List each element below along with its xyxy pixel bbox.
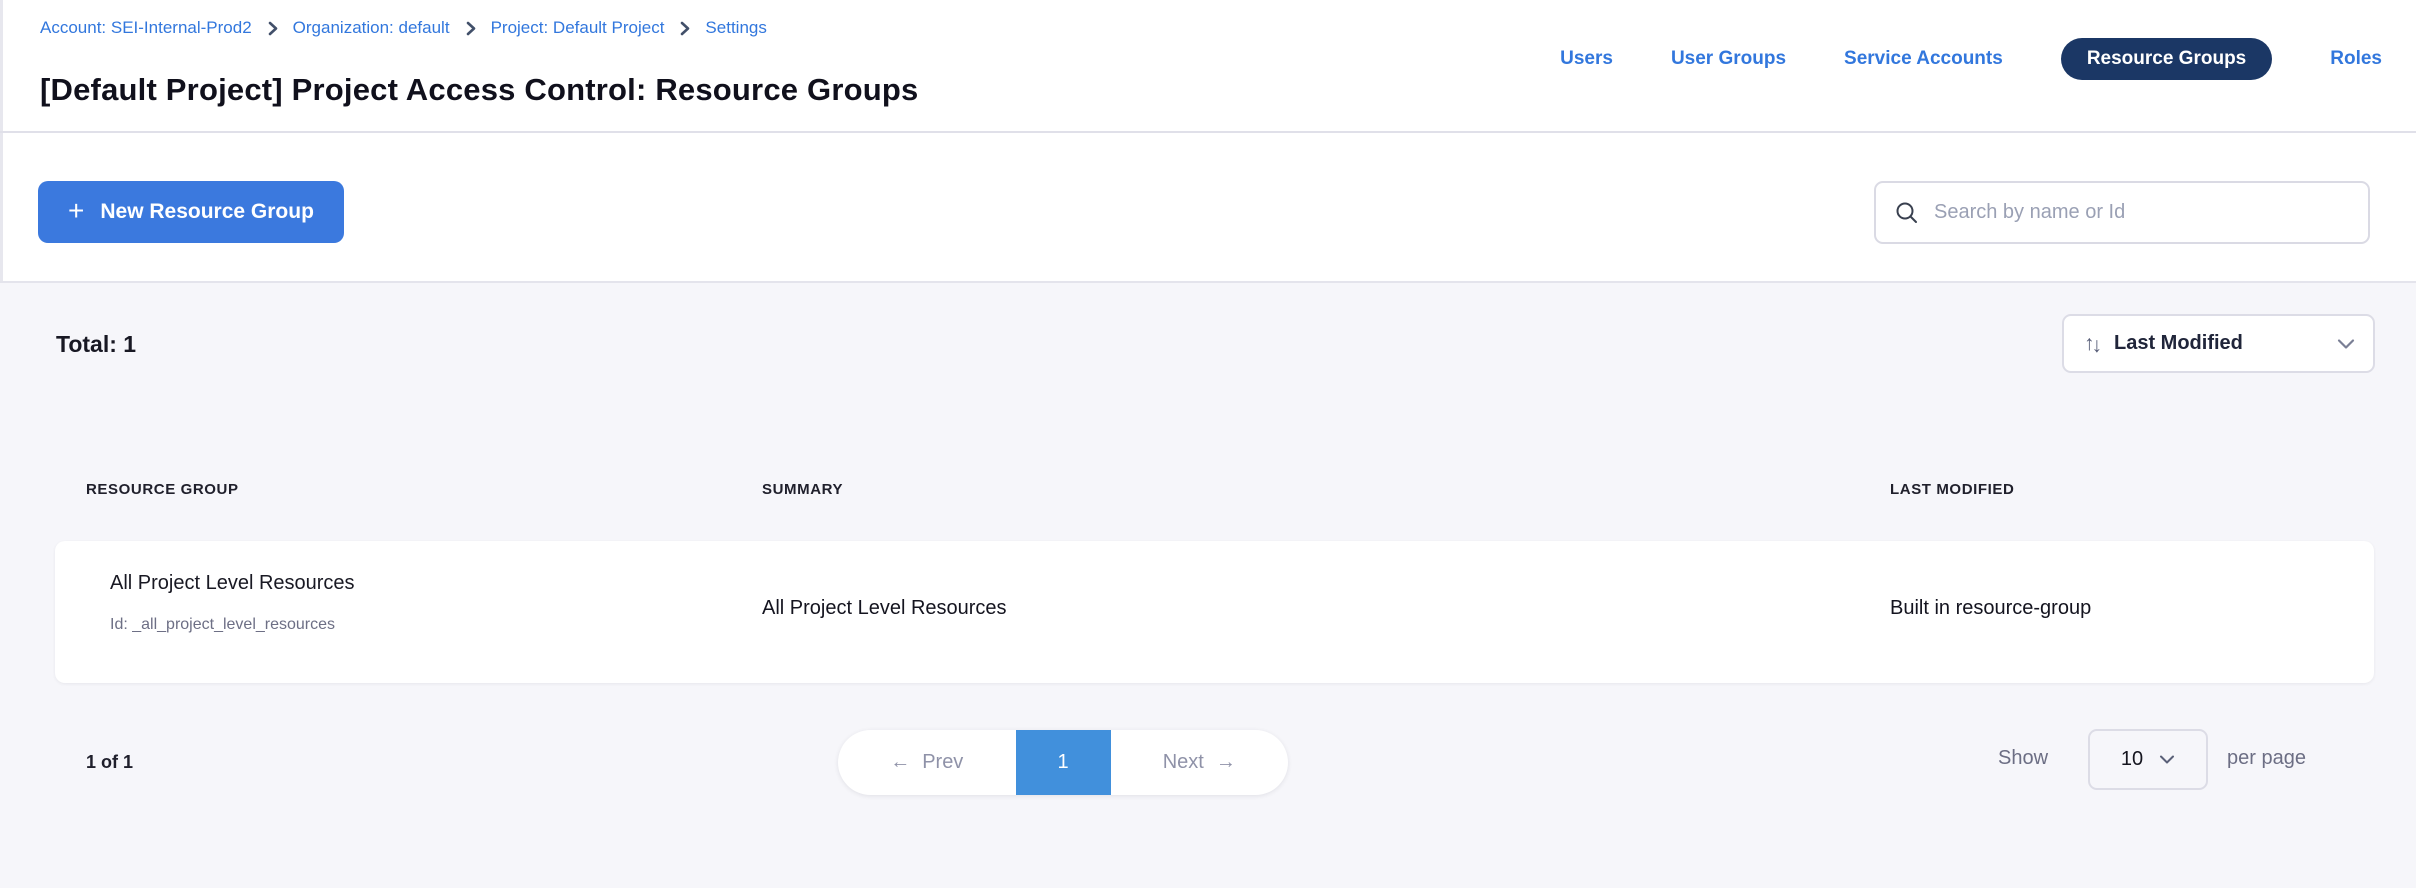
page-size-select[interactable]: 10 — [2088, 729, 2208, 790]
resource-group-name: All Project Level Resources — [110, 572, 355, 595]
resource-group-id: Id: _all_project_level_resources — [110, 616, 335, 634]
per-page-label: per page — [2227, 747, 2306, 770]
search-icon — [1894, 200, 1920, 226]
prev-page-button[interactable]: ← Prev — [838, 730, 1016, 795]
arrow-right-icon: → — [1216, 751, 1236, 774]
tab-service-accounts[interactable]: Service Accounts — [1844, 48, 2003, 70]
arrow-left-icon: ← — [890, 751, 910, 774]
chevron-right-icon — [678, 21, 691, 36]
resource-group-summary: All Project Level Resources — [762, 597, 1007, 620]
page-title: [Default Project] Project Access Control… — [40, 72, 918, 108]
new-resource-group-label: New Resource Group — [100, 200, 314, 224]
sort-arrows-icon: ↑↓ — [2084, 332, 2099, 356]
current-page-button[interactable]: 1 — [1016, 730, 1111, 795]
prev-label: Prev — [922, 751, 963, 774]
breadcrumb: Account: SEI-Internal-Prod2 Organization… — [40, 18, 767, 38]
chevron-right-icon — [266, 21, 279, 36]
show-label: Show — [1998, 747, 2048, 770]
chevron-down-icon — [2337, 338, 2355, 350]
column-header-summary: SUMMARY — [762, 481, 843, 498]
header-divider — [0, 131, 2416, 133]
column-header-last-modified: LAST MODIFIED — [1890, 481, 2014, 498]
new-resource-group-button[interactable]: + New Resource Group — [38, 181, 344, 243]
column-header-resource-group: RESOURCE GROUP — [86, 481, 239, 498]
page-size-value: 10 — [2121, 748, 2143, 771]
tab-user-groups[interactable]: User Groups — [1671, 48, 1786, 70]
search-box — [1874, 181, 2370, 244]
breadcrumb-account-link[interactable]: Account: SEI-Internal-Prod2 — [40, 18, 252, 38]
breadcrumb-project-link[interactable]: Project: Default Project — [491, 18, 665, 38]
breadcrumb-organization-link[interactable]: Organization: default — [293, 18, 450, 38]
pagination-control: ← Prev 1 Next → — [838, 730, 1288, 795]
tab-roles[interactable]: Roles — [2330, 48, 2382, 70]
sort-dropdown[interactable]: ↑↓ Last Modified — [2062, 314, 2375, 373]
resource-group-last-modified: Built in resource-group — [1890, 597, 2091, 620]
next-label: Next — [1163, 751, 1204, 774]
chevron-down-icon — [2159, 754, 2175, 765]
plus-icon: + — [68, 197, 84, 225]
total-count-label: Total: 1 — [56, 331, 136, 358]
chevron-right-icon — [464, 21, 477, 36]
sort-dropdown-label: Last Modified — [2114, 332, 2243, 355]
next-page-button[interactable]: Next → — [1111, 730, 1289, 795]
tab-resource-groups[interactable]: Resource Groups — [2061, 38, 2272, 80]
access-control-nav: Users User Groups Service Accounts Resou… — [1560, 38, 2382, 80]
page-count-label: 1 of 1 — [86, 752, 133, 773]
breadcrumb-settings-link[interactable]: Settings — [705, 18, 766, 38]
search-input[interactable] — [1934, 201, 2352, 224]
tab-users[interactable]: Users — [1560, 48, 1613, 70]
